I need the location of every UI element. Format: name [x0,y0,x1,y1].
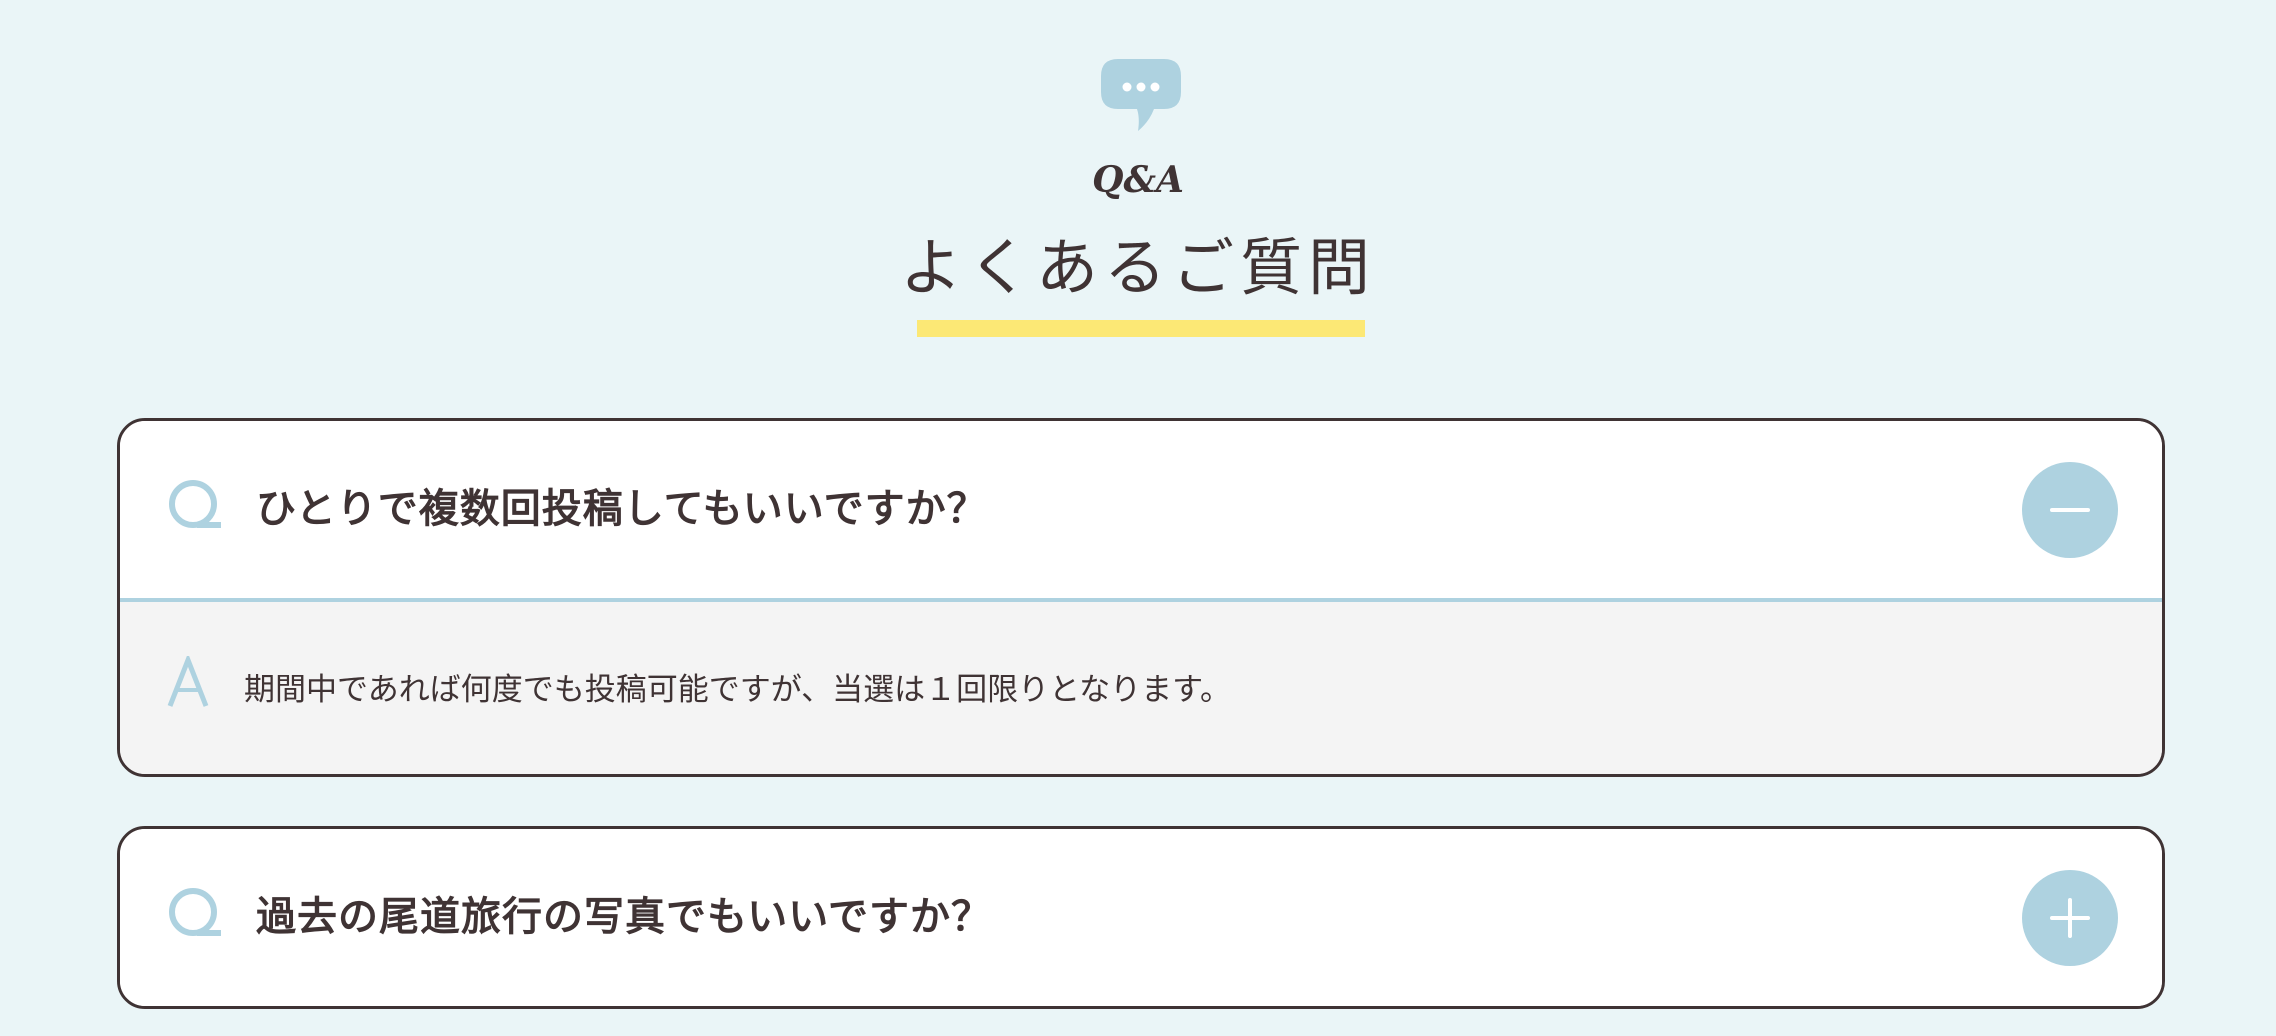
section-subtitle: Q&A [1092,159,1184,201]
page-title: よくあるご質問 [899,231,1376,304]
faq-question-row[interactable]: Q ひとりで複数回投稿してもいいですか？ [120,421,2162,602]
faq-header: Q&A よくあるご質問 [0,0,2276,340]
plus-icon [2050,898,2090,938]
faq-item-past-photos: Q 過去の尾道旅行の写真でもいいですか？ [117,826,2165,1009]
faq-question-text: ひとりで複数回投稿してもいいですか？ [256,486,988,532]
faq-question-text: 過去の尾道旅行の写真でもいいですか？ [256,894,992,940]
faq-answer-row: A 期間中であれば何度でも投稿可能ですが、当選は１回限りとなります。 [120,602,2162,774]
title-underline [917,320,1365,337]
svg-text:Q: Q [167,477,180,481]
minus-icon [2050,508,2090,512]
collapse-button[interactable] [2022,462,2118,558]
expand-button[interactable] [2022,870,2118,966]
speech-bubble-icon [1101,59,1181,131]
faq-question-row[interactable]: Q 過去の尾道旅行の写真でもいいですか？ [120,829,2162,1006]
question-marker-icon: Q [167,885,221,936]
faq-answer-text: 期間中であれば何度でも投稿可能ですが、当選は１回限りとなります。 [244,672,1232,708]
faq-item-multiple-posts: Q ひとりで複数回投稿してもいいですか？ A 期間中であれば何度でも投稿可能です… [117,418,2165,777]
answer-marker-icon: A [166,656,209,707]
svg-text:Q: Q [167,885,180,889]
svg-text:A: A [166,656,177,660]
question-marker-icon: Q [167,477,221,528]
